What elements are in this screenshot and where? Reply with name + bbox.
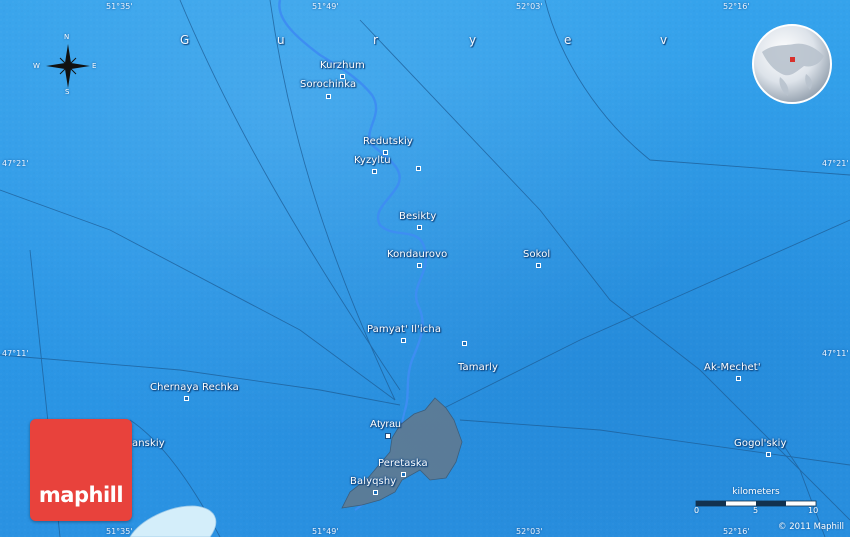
place-label[interactable]: Kondaurovo <box>387 249 447 260</box>
place-marker <box>766 452 771 457</box>
longitude-label: 51°35' <box>106 527 133 536</box>
place-label[interactable]: Pamyat' Il'icha <box>367 324 441 335</box>
scale-bar: kilometers 0 5 10 <box>694 487 818 527</box>
place-marker <box>416 166 421 171</box>
compass-east: E <box>92 62 97 70</box>
longitude-label: 52°16' <box>723 527 750 536</box>
place-label[interactable]: Ak-Mechet' <box>704 362 761 373</box>
place-marker <box>401 472 406 477</box>
place-label[interactable]: Chernaya Rechka <box>150 382 239 393</box>
place-label[interactable]: Kyzyltu <box>354 155 391 166</box>
compass-star-icon <box>46 44 90 88</box>
latitude-label: 47°11' <box>2 349 29 358</box>
region-letter: e <box>564 33 572 47</box>
region-letter: y <box>469 33 477 47</box>
scale-tick: 0 <box>694 506 700 515</box>
latitude-label: 47°11' <box>822 349 849 358</box>
place-label[interactable]: anskiy <box>132 438 165 449</box>
compass-rose: N S E W <box>33 33 97 96</box>
place-label[interactable]: Besikty <box>399 211 436 222</box>
longitude-label: 52°03' <box>516 527 543 536</box>
place-label[interactable]: Gogol'skiy <box>734 438 787 449</box>
compass-north: N <box>64 33 70 41</box>
place-marker <box>372 169 377 174</box>
latitude-label: 47°21' <box>822 159 849 168</box>
place-marker <box>536 263 541 268</box>
globe-locator-icon <box>750 22 834 106</box>
place-marker <box>184 396 189 401</box>
longitude-label: 52°16' <box>723 2 750 11</box>
longitude-label: 51°49' <box>312 527 339 536</box>
place-marker <box>736 376 741 381</box>
longitude-label: 52°03' <box>516 2 543 11</box>
place-marker <box>462 341 467 346</box>
place-marker <box>373 490 378 495</box>
place-label[interactable]: Tamarly <box>458 362 498 373</box>
map-canvas[interactable]: G u r y e v 51°35' 51°49' 52°03' 52°16' … <box>0 0 850 537</box>
place-label[interactable]: Redutskiy <box>363 136 413 147</box>
place-marker <box>401 338 406 343</box>
maphill-logo[interactable]: maphill <box>30 419 132 521</box>
compass-west: W <box>33 62 40 70</box>
longitude-label: 51°35' <box>106 2 133 11</box>
place-marker <box>417 263 422 268</box>
logo-text: maphill <box>38 483 124 507</box>
copyright-text: © 2011 Maphill <box>778 522 844 532</box>
compass-south: S <box>65 88 70 96</box>
place-label[interactable]: Peretaska <box>378 458 428 469</box>
longitude-label: 51°49' <box>312 2 339 11</box>
region-letter: u <box>277 33 286 47</box>
latitude-label: 47°21' <box>2 159 29 168</box>
scale-tick: 10 <box>808 506 819 515</box>
city-marker <box>385 433 391 439</box>
place-label[interactable]: Kurzhum <box>320 60 365 71</box>
place-label[interactable]: Sorochinka <box>300 79 356 90</box>
region-letter: v <box>660 33 668 47</box>
region-letter: r <box>373 33 379 47</box>
place-label[interactable]: Sokol <box>523 249 550 260</box>
place-marker <box>417 225 422 230</box>
place-label[interactable]: Atyrau <box>370 418 401 430</box>
place-label[interactable]: Balyqshy <box>350 476 396 487</box>
region-letter: G <box>180 33 190 47</box>
scale-tick: 5 <box>753 506 759 515</box>
scale-title: kilometers <box>732 487 780 497</box>
place-marker <box>326 94 331 99</box>
